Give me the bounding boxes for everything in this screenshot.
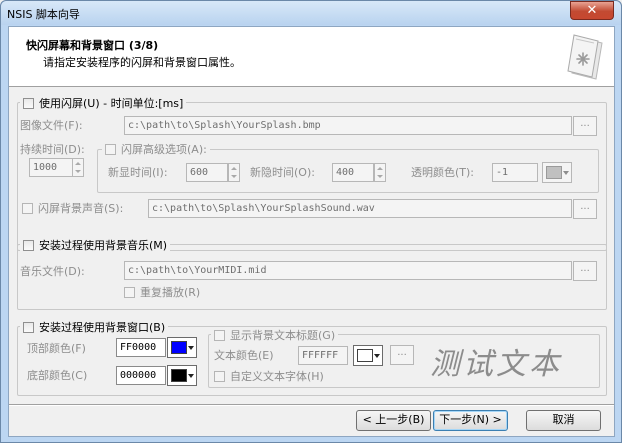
music-file-label: 音乐文件(D): [20,265,85,278]
transparent-color-field[interactable]: -1 [492,163,538,182]
text-color-label: 文本颜色(E) [214,349,274,362]
checkbox-box[interactable] [214,370,225,382]
sound-browse-button[interactable]: ... [573,199,597,219]
wizard-window: NSIS 脚本向导 ✕ 快闪屏幕和背景窗口 (3/8) 请指定安装程序的闪屏和背… [0,0,622,443]
splash-sound-field[interactable]: c:\path\to\Splash\YourSplashSound.wav [148,199,572,218]
transparent-color-label: 透明颜色(T): [411,166,475,179]
advanced-label: 闪屏高级选项(A): [121,143,207,156]
music-enable-label: 安装过程使用背景音乐(M) [39,239,168,252]
fade-out-field[interactable]: 400 [332,163,374,182]
music-file-field[interactable]: c:\path\to\YourMIDI.mid [124,261,572,280]
bottom-color-picker[interactable] [167,365,197,386]
checkbox-box[interactable] [214,329,225,341]
show-title-label: 显示背景文本标题(G) [230,329,336,342]
title-bar[interactable]: NSIS 脚本向导 ✕ [1,1,621,25]
image-file-label: 图像文件(F): [20,119,83,132]
bgwindow-enable-label: 安装过程使用背景窗口(B) [39,321,166,334]
checkbox-box[interactable] [23,321,34,333]
text-color-field[interactable]: FFFFFF [298,346,348,365]
checkbox-box[interactable] [22,202,33,214]
transparent-color-picker[interactable] [542,162,572,183]
chevron-down-icon [563,171,569,175]
checkbox-box[interactable] [23,97,34,109]
next-button[interactable]: 下一步(N) > [433,410,508,431]
fade-in-label: 新显时间(I): [108,166,168,179]
top-color-label: 顶部颜色(F) [27,342,86,355]
checkbox-box[interactable] [105,143,116,155]
duration-label: 持续时间(D): [20,143,85,156]
music-enable-checkbox[interactable]: 安装过程使用背景音乐(M) [20,237,171,253]
cancel-button[interactable]: 取消 [526,410,601,431]
music-browse-button[interactable]: ... [573,261,597,281]
wizard-header: 快闪屏幕和背景窗口 (3/8) 请指定安装程序的闪屏和背景窗口属性。 [9,27,614,87]
bottom-color-label: 底部颜色(C) [27,369,88,382]
close-button[interactable]: ✕ [570,1,614,20]
text-color-swatch [357,349,373,362]
fade-in-field[interactable]: 600 [186,163,228,182]
checkbox-box[interactable] [23,239,34,251]
splash-enable-label: 使用闪屏(U) - 时间单位:[ms] [39,97,184,110]
chevron-down-icon [188,346,194,350]
repeat-checkbox[interactable]: 重复播放(R) [121,284,204,300]
fade-out-label: 新隐时间(O): [250,166,315,179]
splash-sound-label: 闪屏背景声音(S): [38,202,124,215]
page-title: 快闪屏幕和背景窗口 (3/8) [26,39,159,52]
background-text-preview: 测试文本 [430,347,562,382]
window-title: NSIS 脚本向导 [7,8,80,21]
custom-font-checkbox[interactable]: 自定义文本字体(H) [211,368,327,384]
bottom-color-swatch [171,369,187,382]
splash-enable-checkbox[interactable]: 使用闪屏(U) - 时间单位:[ms] [20,95,187,111]
top-color-picker[interactable] [167,337,197,358]
transparent-color-swatch [546,166,562,179]
fade-in-spinner[interactable] [228,163,240,182]
close-icon: ✕ [586,3,598,18]
show-title-checkbox[interactable]: 显示背景文本标题(G) [211,327,339,343]
duration-spinner[interactable] [72,158,84,177]
wizard-document-icon [567,34,603,80]
wizard-body: 快闪屏幕和背景窗口 (3/8) 请指定安装程序的闪屏和背景窗口属性。 使用闪屏(… [8,26,615,437]
checkbox-box[interactable] [124,286,135,298]
advanced-checkbox[interactable]: 闪屏高级选项(A): [102,141,210,157]
image-file-field[interactable]: c:\path\to\Splash\YourSplash.bmp [124,116,572,135]
bgwindow-enable-checkbox[interactable]: 安装过程使用背景窗口(B) [20,319,169,335]
duration-field[interactable]: 1000 [29,158,73,177]
image-browse-button[interactable]: ... [573,116,597,136]
chevron-down-icon [374,354,380,358]
top-color-field[interactable]: FF0000 [116,338,166,357]
text-color-picker[interactable] [353,345,383,366]
repeat-label: 重复播放(R) [140,286,201,299]
back-button[interactable]: < 上一步(B) [356,410,431,431]
bottom-color-field[interactable]: 000000 [116,366,166,385]
top-color-swatch [171,341,187,354]
page-subtitle: 请指定安装程序的闪屏和背景窗口属性。 [43,56,241,69]
font-button[interactable]: ... [390,345,414,365]
fade-out-spinner[interactable] [374,163,386,182]
custom-font-label: 自定义文本字体(H) [230,370,324,383]
footer-separator [9,404,614,406]
splash-sound-checkbox[interactable]: 闪屏背景声音(S): [19,200,127,216]
chevron-down-icon [188,374,194,378]
